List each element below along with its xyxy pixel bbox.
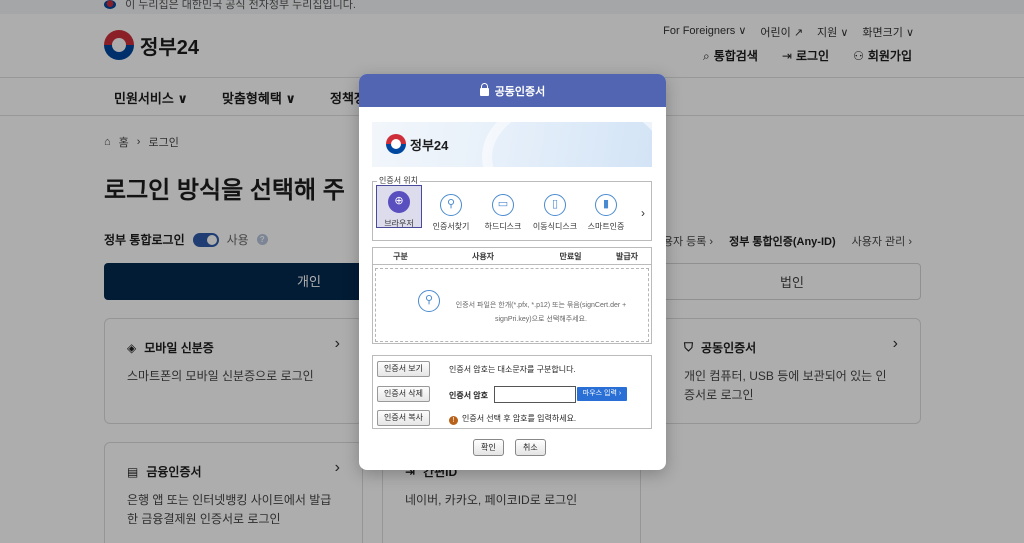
dropzone-text: 인증서 파일은 한개(*.pfx, *.p12) 또는 묶음(signCert.… — [455, 302, 627, 323]
monitor-icon: ▭ — [492, 194, 514, 216]
smartphone-icon: ▮ — [595, 194, 617, 216]
warning-icon: ! — [449, 416, 458, 425]
delete-cert-button[interactable]: 인증서 삭제 — [377, 386, 431, 402]
cert-table: 구분 사용자 만료일 발급자 ⚲ 인증서 파일은 한개(*.pfx, *.p12… — [372, 247, 652, 344]
gov-emblem-icon — [386, 134, 406, 154]
view-cert-button[interactable]: 인증서 보기 — [377, 361, 431, 377]
location-smart-cert[interactable]: ▮ 스마트인증 — [581, 190, 631, 232]
mouse-input-button[interactable]: 마우스 입력 › — [577, 387, 627, 401]
col-issuer: 발급자 — [615, 252, 639, 261]
lock-icon — [479, 83, 489, 96]
dialog-header: 공동인증서 — [359, 74, 666, 107]
cert-table-header: 구분 사용자 만료일 발급자 — [373, 248, 651, 265]
cert-password-input[interactable] — [494, 386, 576, 403]
password-label: 인증서 암호 — [449, 391, 489, 400]
location-find-cert[interactable]: ⚲ 인증서찾기 — [426, 190, 476, 232]
col-expiry: 만료일 — [559, 252, 582, 261]
magnifier-icon: ⚲ — [418, 290, 440, 312]
location-browser[interactable]: ⊕ 브라우저 — [376, 185, 422, 228]
usb-icon: ▯ — [544, 194, 566, 216]
cert-dropzone[interactable]: ⚲ 인증서 파일은 한개(*.pfx, *.p12) 또는 묶음(signCer… — [375, 268, 649, 342]
chevron-right-icon[interactable]: › — [641, 206, 645, 220]
cert-controls: 인증서 보기 인증서 암호는 대소문자를 구분합니다. 인증서 삭제 인증서 암… — [372, 355, 652, 429]
confirm-button[interactable]: 확인 — [473, 439, 504, 456]
cert-location-group: 인증서 위치 ⊕ 브라우저 ⚲ 인증서찾기 ▭ 하드디스크 ▯ 이동식디스크 ▮… — [372, 175, 652, 241]
col-type: 구분 — [393, 252, 408, 261]
dialog-banner: 정부24 — [372, 122, 652, 167]
dialog-title: 공동인증서 — [494, 85, 546, 98]
location-hard-disk[interactable]: ▭ 하드디스크 — [478, 190, 528, 232]
globe-icon: ⊕ — [388, 191, 410, 213]
banner-logo-text: 정부24 — [410, 137, 449, 153]
select-cert-warning: ! 인증서 선택 후 암호를 입력하세요. — [449, 413, 576, 425]
public-cert-dialog: 공동인증서 정부24 인증서 위치 ⊕ 브라우저 ⚲ 인증서찾기 ▭ 하드디스크… — [359, 74, 666, 470]
col-user: 사용자 — [471, 252, 495, 261]
case-sensitive-note: 인증서 암호는 대소문자를 구분합니다. — [449, 365, 576, 374]
cancel-button[interactable]: 취소 — [515, 439, 546, 456]
magnifier-icon: ⚲ — [440, 194, 462, 216]
location-removable-disk[interactable]: ▯ 이동식디스크 — [530, 190, 580, 232]
copy-cert-button[interactable]: 인증서 복사 — [377, 410, 431, 426]
